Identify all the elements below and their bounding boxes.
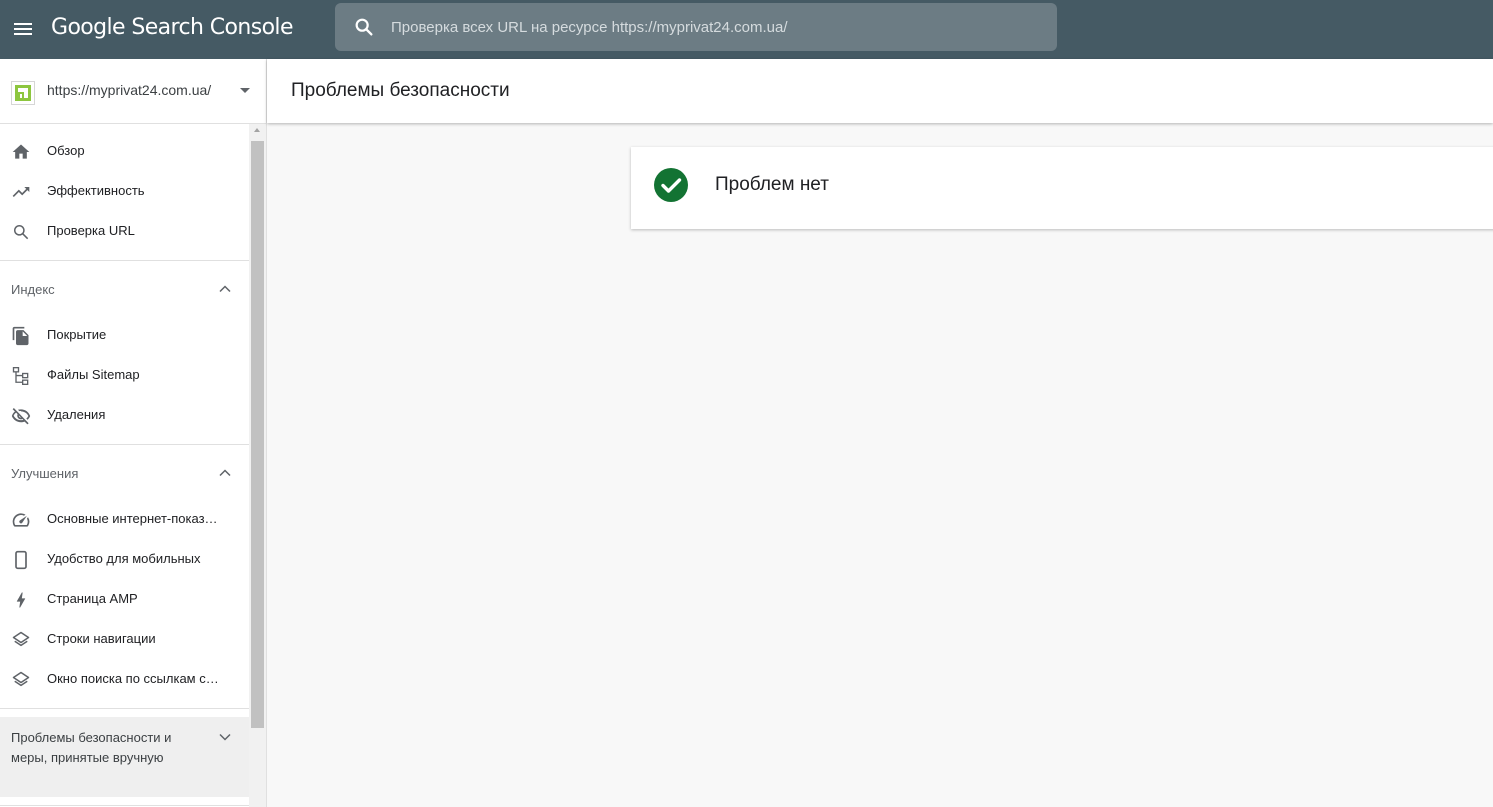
section-title: Индекс [11,282,55,297]
hamburger-icon [14,23,32,35]
scrollbar-thumb[interactable] [251,141,264,728]
sidebar-nav: Обзор Эффективность Проверка URL Индекс … [0,124,249,806]
sidebar-item-sitemaps[interactable]: Файлы Sitemap [0,356,249,396]
sidebar-item-label: Окно поиска по ссылкам с… [47,671,219,686]
section-enhancements-header[interactable]: Улучшения [0,445,249,500]
sitemap-icon [12,367,29,385]
search-icon [355,18,373,36]
search-input[interactable] [391,13,1041,41]
section-title: Проблемы безопасности и меры, принятые в… [11,730,172,765]
layers-icon [12,671,30,687]
sidebar: https://myprivat24.com.ua/ Обзор Эффекти… [0,59,267,807]
sidebar-item-label: Основные интернет-показ… [47,511,218,526]
app-logo[interactable]: Google Search Console [51,13,293,43]
page-title: Проблемы безопасности [291,80,510,101]
sidebar-divider [0,805,249,806]
sidebar-item-label: Проверка URL [47,223,135,238]
layers-icon [12,631,30,647]
sidebar-item-label: Эффективность [47,183,145,198]
app-header: Google Search Console [0,0,1493,59]
section-index-header[interactable]: Индекс [0,261,249,316]
sidebar-item-label: Файлы Sitemap [47,367,140,382]
sidebar-item-sitelinks-searchbox[interactable]: Окно поиска по ссылкам с… [0,660,249,700]
sidebar-scrollbar[interactable] [249,124,266,807]
sidebar-item-label: Покрытие [47,327,107,342]
sidebar-item-label: Строки навигации [47,631,156,646]
smartphone-icon [15,550,27,570]
trending-up-icon [12,187,30,197]
sidebar-item-label: Удобство для мобильных [47,551,201,566]
page-header: Проблемы безопасности [267,59,1493,123]
check-circle-icon [654,168,688,202]
speed-gauge-icon [12,513,30,527]
search-icon [14,225,29,240]
bolt-icon [16,592,26,608]
sidebar-item-label: Обзор [47,143,85,158]
property-favicon-icon [11,81,35,105]
property-selector[interactable]: https://myprivat24.com.ua/ [0,59,266,124]
sidebar-divider [0,708,249,709]
status-text: Проблем нет [715,174,829,195]
file-copy-icon [12,326,29,346]
status-card: Проблем нет [631,147,1493,229]
chevron-up-icon [219,469,231,477]
chevron-down-icon [219,733,231,741]
dropdown-arrow-icon [240,88,250,93]
sidebar-item-label: Страница AMP [47,591,138,606]
sidebar-item-coverage[interactable]: Покрытие [0,316,249,356]
section-title: Улучшения [11,466,79,481]
url-inspection-search[interactable] [335,3,1057,51]
sidebar-item-core-web-vitals[interactable]: Основные интернет-показ… [0,500,249,540]
chevron-up-icon [219,285,231,293]
sidebar-item-overview[interactable]: Обзор [0,132,249,172]
sidebar-item-amp[interactable]: Страница AMP [0,580,249,620]
sidebar-item-removals[interactable]: Удаления [0,396,249,436]
sidebar-item-performance[interactable]: Эффективность [0,172,249,212]
sidebar-item-breadcrumbs[interactable]: Строки навигации [0,620,249,660]
property-url: https://myprivat24.com.ua/ [47,82,212,98]
sidebar-item-label: Удаления [47,407,106,422]
sidebar-item-mobile-usability[interactable]: Удобство для мобильных [0,540,249,580]
visibility-off-icon [11,408,31,425]
section-security-header[interactable]: Проблемы безопасности и меры, принятые в… [0,717,249,797]
scroll-up-arrow-icon[interactable] [254,128,260,132]
home-icon [12,144,30,159]
sidebar-item-url-inspection[interactable]: Проверка URL [0,212,249,252]
main-menu-button[interactable] [11,17,35,41]
